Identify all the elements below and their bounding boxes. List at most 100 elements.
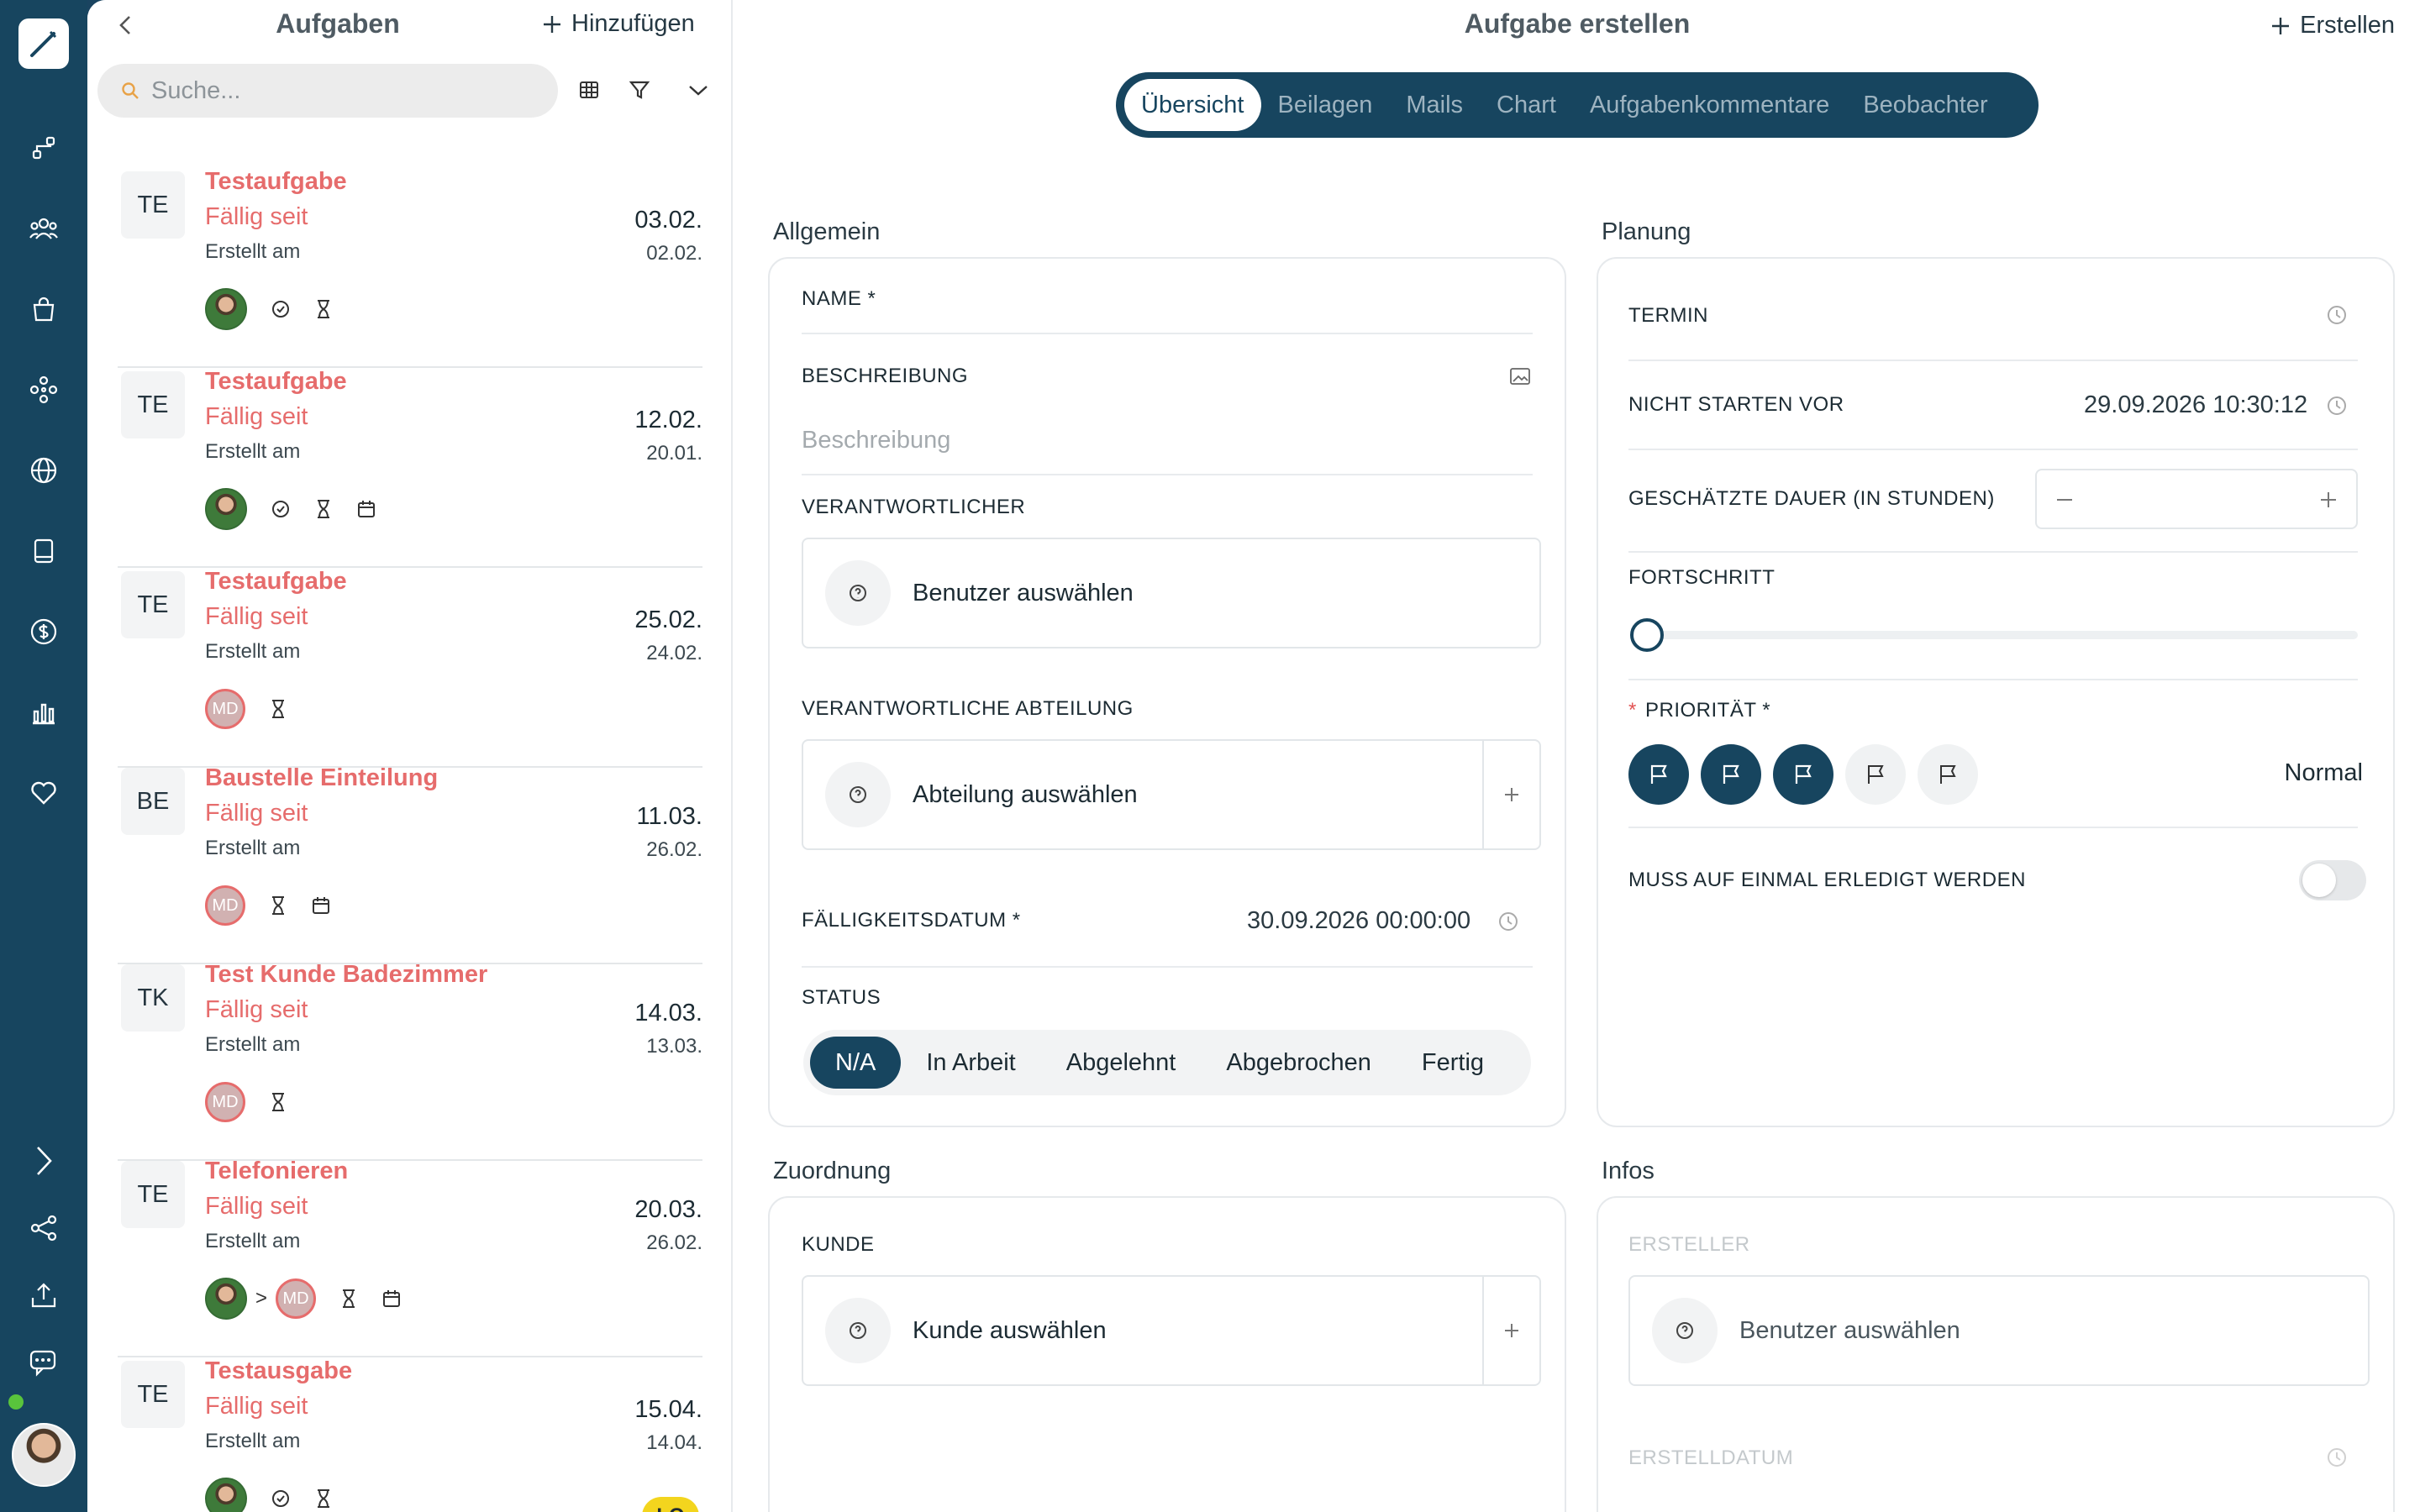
workflow-icon[interactable] [25,129,62,166]
flag-icon [1868,765,1884,784]
priority-flag-2[interactable] [1701,744,1761,805]
task-due-label: Fällig seit [205,203,308,230]
tag-badge: LO [642,1497,699,1512]
minus-icon[interactable] [2054,489,2075,511]
filter-icon[interactable] [625,76,654,104]
dollar-icon[interactable] [25,613,62,650]
priority-flag-5[interactable] [1918,744,1978,805]
divider [802,966,1533,968]
online-status-dot [8,1394,24,1410]
assignee-initials-avatar: MD [276,1278,317,1319]
table-view-icon[interactable] [575,76,603,104]
creator-select[interactable]: Benutzer auswählen [1628,1275,2370,1386]
tab-chart[interactable]: Chart [1480,79,1573,131]
description-input[interactable]: Beschreibung [802,427,950,454]
divider [1628,679,2358,680]
image-icon[interactable] [1509,366,1531,386]
task-created-label: Erstellt am [205,1230,301,1252]
task-badge: TE [121,1161,185,1228]
book-icon[interactable] [25,533,62,570]
clock-icon[interactable] [1497,911,1519,932]
responsible-select[interactable]: Benutzer auswählen [802,538,1541,648]
add-customer-button[interactable] [1482,1277,1539,1384]
status-option-na[interactable]: N/A [810,1037,902,1089]
status-option-abgelehnt[interactable]: Abgelehnt [1041,1037,1202,1089]
team-icon[interactable] [25,210,62,247]
name-input-line[interactable] [802,333,1533,334]
task-item[interactable]: TK Test Kunde Badezimmer Fällig seit Ers… [118,961,702,1161]
app-logo[interactable] [18,18,69,69]
progress-slider-track[interactable] [1645,631,2358,639]
creator-value: Benutzer auswählen [1739,1316,1960,1344]
status-option-fertig[interactable]: Fertig [1397,1037,1509,1089]
divider [1628,827,2358,828]
task-item[interactable]: TE Testaufgabe Fällig seit Erstellt am 0… [118,168,702,368]
assignee-avatar [205,288,247,330]
plus-icon[interactable] [2317,489,2339,511]
assignee-avatar [205,1278,247,1320]
flag-icon [1940,765,1956,784]
plus-icon [544,15,560,33]
search-input[interactable]: Suche... [97,64,558,118]
bar-chart-icon[interactable] [25,694,62,731]
upload-icon[interactable] [25,1277,62,1314]
share-icon[interactable] [25,1210,62,1247]
clock-icon[interactable] [2326,304,2348,326]
priority-value: Normal [2284,759,2363,786]
task-item[interactable]: TE Testausgabe Fällig seit Erstellt am 1… [118,1357,702,1512]
clock-icon[interactable] [2326,395,2348,417]
create-button[interactable]: Erstellen [2270,12,2395,39]
due-date-input[interactable]: 30.09.2026 00:00:00 [1247,907,1470,935]
network-icon[interactable] [25,371,62,408]
calendar-icon [358,501,375,517]
delegation-arrow: > [255,1287,268,1310]
question-icon [825,560,891,626]
task-created-date: 02.02. [646,242,702,265]
department-select[interactable]: Abteilung auswählen [802,739,1541,850]
tab-uebersicht[interactable]: Übersicht [1124,79,1261,131]
shopping-bag-icon[interactable] [25,291,62,328]
task-item[interactable]: TE Testaufgabe Fällig seit Erstellt am 1… [118,368,702,568]
task-due-label: Fällig seit [205,1193,308,1220]
priority-flag-3[interactable] [1773,744,1833,805]
status-option-abgebrochen[interactable]: Abgebrochen [1201,1037,1397,1089]
task-form-panel: Aufgabe erstellen Erstellen Übersicht Be… [734,0,2420,1512]
status-option-in-arbeit[interactable]: In Arbeit [901,1037,1040,1089]
tab-aufgabenkommentare[interactable]: Aufgabenkommentare [1573,79,1846,131]
task-item[interactable]: BE Baustelle Einteilung Fällig seit Erst… [118,764,702,964]
task-due-date: 14.03. [634,1000,702,1026]
section-infos: Infos [1602,1158,1655,1184]
task-due-label: Fällig seit [205,1393,308,1420]
user-avatar[interactable] [12,1423,76,1487]
once-toggle[interactable] [2299,860,2366,900]
chevron-down-icon[interactable] [684,76,713,104]
assignee-initials-avatar: MD [205,689,245,729]
department-label: VERANTWORTLICHE ABTEILUNG [802,697,1134,720]
tab-beilagen[interactable]: Beilagen [1261,79,1390,131]
globe-icon[interactable] [25,452,62,489]
tab-beobachter[interactable]: Beobachter [1846,79,2004,131]
add-department-button[interactable] [1482,741,1539,848]
heart-icon[interactable] [25,774,62,811]
task-item[interactable]: TE Testaufgabe Fällig seit Erstellt am 2… [118,568,702,768]
task-item[interactable]: TE Telefonieren Fällig seit Erstellt am … [118,1158,702,1357]
status-segmented-control: N/A In Arbeit Abgelehnt Abgebrochen Fert… [803,1030,1531,1095]
create-label: Erstellen [2300,12,2395,39]
duration-stepper[interactable] [2035,469,2358,529]
search-icon [122,82,139,99]
task-meta-icons: MD [205,1080,287,1124]
priority-flag-1[interactable] [1628,744,1689,805]
once-label: MUSS AUF EINMAL ERLEDIGT WERDEN [1628,869,2026,891]
task-list-panel: Aufgaben Hinzufügen Suche... TE Testaufg… [87,0,733,1512]
priority-flag-4[interactable] [1845,744,1906,805]
chevron-right-icon[interactable] [25,1142,62,1179]
plus-icon [1505,788,1518,801]
task-created-label: Erstellt am [205,837,301,859]
chat-icon[interactable] [25,1344,62,1381]
progress-slider-handle[interactable] [1630,618,1664,652]
not-before-input[interactable]: 29.09.2026 10:30:12 [2084,391,2307,419]
add-task-button[interactable]: Hinzufügen [541,10,695,38]
customer-select[interactable]: Kunde auswählen [802,1275,1541,1386]
tab-mails[interactable]: Mails [1389,79,1480,131]
section-zuordnung: Zuordnung [773,1158,892,1184]
